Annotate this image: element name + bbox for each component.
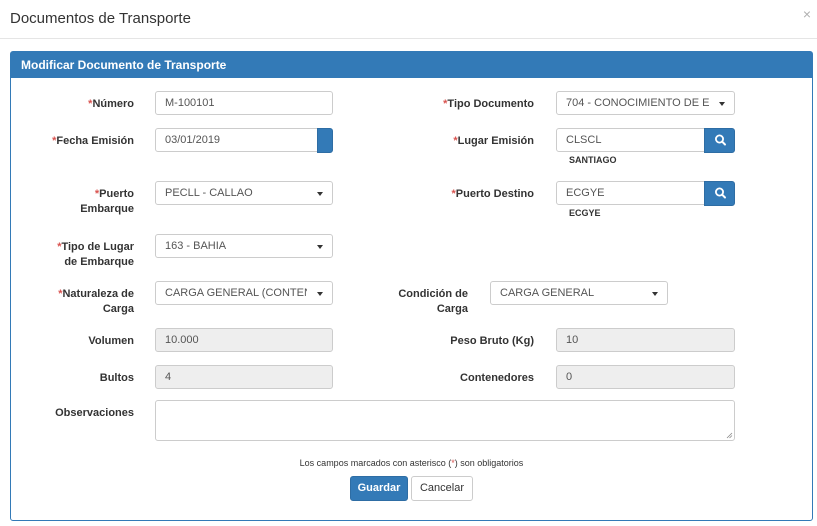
lugar-emision-search-button[interactable] xyxy=(704,128,735,153)
puerto-destino-sublabel: ECGYE xyxy=(569,208,601,218)
numero-label: *Número xyxy=(88,98,134,110)
lugar-emision-label: *Lugar Emisión xyxy=(453,135,534,147)
modal-header: Documentos de Transporte × xyxy=(0,0,817,39)
tipo-lugar-embarque-label: *Tipo de Lugar de Embarque xyxy=(57,241,134,268)
lugar-emision-sublabel: SANTIAGO xyxy=(569,155,617,165)
caret-down-icon xyxy=(652,292,658,296)
tipo-lugar-embarque-select[interactable]: 163 - BAHIA xyxy=(155,234,333,258)
fecha-emision-label: *Fecha Emisión xyxy=(52,135,134,147)
puerto-destino-label: *Puerto Destino xyxy=(451,188,534,200)
required-fields-note: Los campos marcados con asterisco (*) so… xyxy=(299,458,524,468)
naturaleza-carga-select[interactable]: CARGA GENERAL (CONTENEDORIZADA) xyxy=(155,281,333,305)
bultos-label: Bultos xyxy=(99,372,134,384)
search-icon xyxy=(714,134,726,146)
volumen-label: Volumen xyxy=(88,335,134,347)
caret-down-icon xyxy=(317,292,323,296)
calendar-button[interactable] xyxy=(317,128,333,153)
panel-heading: Modificar Documento de Transporte xyxy=(11,52,812,78)
contenedores-label: Contenedores xyxy=(460,372,534,384)
condicion-carga-select[interactable]: CARGA GENERAL xyxy=(490,281,668,305)
naturaleza-carga-label: *Naturaleza de Carga xyxy=(58,288,134,315)
panel-title: Modificar Documento de Transporte xyxy=(21,58,227,72)
caret-down-icon xyxy=(317,192,323,196)
contenedores-input: 0 xyxy=(556,365,735,389)
peso-bruto-input: 10 xyxy=(556,328,735,352)
peso-bruto-label: Peso Bruto (Kg) xyxy=(450,335,534,347)
puerto-destino-search-button[interactable] xyxy=(704,181,735,206)
bultos-input: 4 xyxy=(155,365,333,389)
modal-title: Documentos de Transporte xyxy=(10,10,191,27)
caret-down-icon xyxy=(317,245,323,249)
numero-input[interactable]: M-100101 xyxy=(155,91,333,115)
fecha-emision-input[interactable]: 03/01/2019 xyxy=(155,128,318,152)
close-icon[interactable]: × xyxy=(803,6,811,22)
search-icon xyxy=(714,187,726,199)
puerto-destino-input[interactable]: ECGYE xyxy=(556,181,705,205)
volumen-input: 10.000 xyxy=(155,328,333,352)
puerto-embarque-label: *Puerto Embarque xyxy=(80,188,134,215)
lugar-emision-input[interactable]: CLSCL xyxy=(556,128,705,152)
edit-panel: Modificar Documento de Transporte *Númer… xyxy=(10,51,813,521)
observaciones-textarea[interactable] xyxy=(155,400,735,441)
cancel-button[interactable]: Cancelar xyxy=(411,476,473,501)
caret-down-icon xyxy=(719,102,725,106)
resize-grip-icon[interactable] xyxy=(726,432,733,439)
observaciones-label: Observaciones xyxy=(55,407,134,419)
tipo-documento-select[interactable]: 704 - CONOCIMIENTO DE EMBARQUE xyxy=(556,91,735,115)
puerto-embarque-select[interactable]: PECLL - CALLAO xyxy=(155,181,333,205)
condicion-carga-label: Condición de Carga xyxy=(398,288,468,315)
tipo-documento-label: *Tipo Documento xyxy=(443,98,534,110)
save-button[interactable]: Guardar xyxy=(350,476,408,501)
